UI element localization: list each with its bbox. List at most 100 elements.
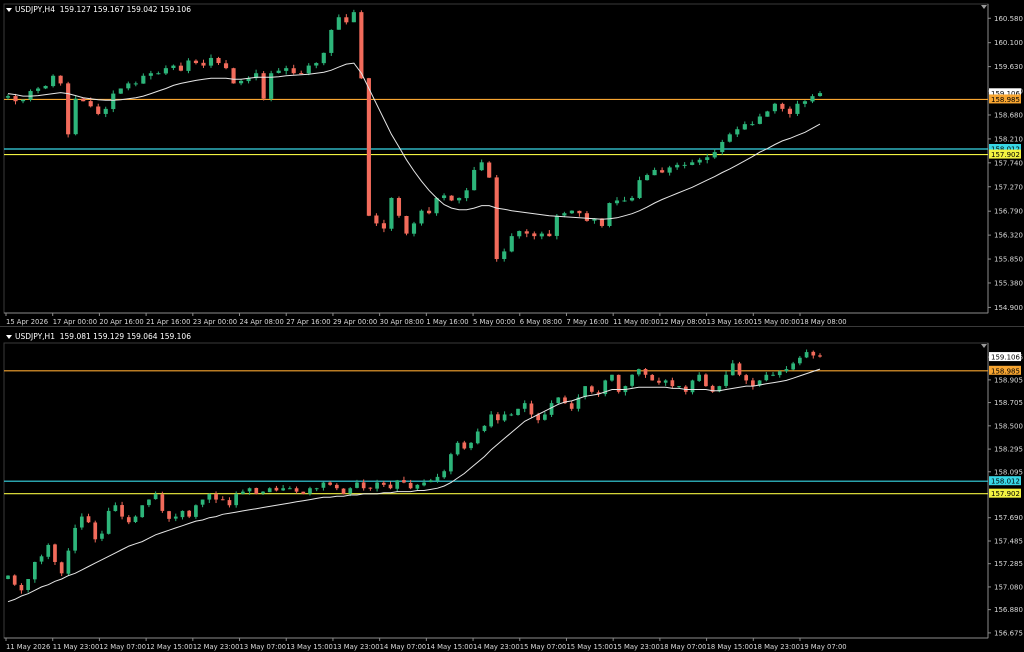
h1-x-tick-label: 11 May 23:00: [53, 643, 100, 651]
h1-chart-canvas[interactable]: 159.106 158.905 158.705 158.500 158.295 158.0…: [0, 327, 1024, 652]
h4-candle-body: [502, 251, 507, 259]
h1-candle-body: [341, 488, 346, 494]
h1-candle-body: [261, 491, 265, 494]
h1-candle-body: [281, 488, 285, 491]
h4-candle-body: [780, 103, 785, 109]
h1-quote: 159.081 159.129 159.064 159.106: [59, 332, 191, 341]
h1-y-tick-label: 158.500: [994, 422, 1023, 430]
dropdown-triangle-icon[interactable]: [6, 335, 12, 339]
h1-candle-body: [19, 584, 24, 591]
h1-candle-body: [26, 579, 30, 590]
h4-candle-body: [524, 231, 529, 234]
h4-candle-body: [757, 116, 762, 124]
h1-x-tick-label: 18 May 15:00: [707, 643, 754, 651]
h4-x-tick-label: 6 May 08:00: [520, 318, 562, 326]
h4-chart-window[interactable]: 160.580160.100159.630159.150158.680158.2…: [0, 0, 1024, 327]
h1-moving-average-line: [7, 368, 821, 603]
h4-y-tick-label: 157.740: [994, 159, 1023, 167]
h4-candle-body: [208, 57, 214, 66]
h1-candle-body: [469, 442, 473, 449]
h1-cyan-price-label: 158.012: [991, 478, 1020, 486]
h4-candle-body: [13, 96, 18, 102]
h1-candle-body: [395, 480, 400, 489]
h1-candle-body: [791, 363, 796, 370]
h1-candle-body: [804, 352, 809, 358]
h4-quote: 159.127 159.167 159.042 159.106: [59, 5, 191, 14]
h4-candle-body: [344, 17, 349, 23]
h4-candle-body: [88, 101, 93, 107]
h4-y-tick-label: 154.900: [994, 304, 1023, 312]
h1-candle-body: [348, 488, 353, 494]
h1-candle-body: [46, 544, 51, 557]
h4-candle-body: [712, 152, 717, 158]
h4-candle-body: [614, 200, 620, 204]
h4-candle-body: [577, 210, 582, 214]
h1-candle-body: [254, 487, 259, 494]
h4-x-tick-label: 27 Apr 16:00: [286, 318, 330, 326]
h1-candle-body: [402, 480, 406, 483]
h4-x-tick-label: 15 Apr 2026: [6, 318, 48, 326]
h4-x-tick-label: 20 Apr 16:00: [99, 318, 143, 326]
h4-candle-body: [426, 210, 432, 214]
h4-candle-body: [539, 233, 544, 237]
h4-candle-body: [299, 73, 304, 75]
h1-candle-body: [428, 480, 433, 483]
h1-candle-body: [657, 380, 661, 383]
h1-candle-body: [308, 488, 312, 494]
h1-candle-body: [73, 527, 77, 551]
h4-candle-body: [314, 63, 319, 66]
h1-x-tick-label: 13 May 07:00: [240, 643, 287, 651]
h4-candle-body: [396, 198, 402, 216]
h1-candle-body: [643, 369, 648, 375]
h1-candle-body: [636, 369, 641, 375]
h1-candle-body: [442, 471, 447, 478]
h4-candle-body: [442, 195, 447, 199]
h1-candle-body: [113, 505, 118, 512]
h1-candle-body: [267, 488, 272, 493]
h4-candle-body: [36, 88, 41, 91]
h1-x-tick-label: 11 May 2026: [6, 643, 50, 651]
h1-candle-body: [489, 414, 494, 427]
h4-chart-canvas[interactable]: 160.580160.100159.630159.150158.680158.2…: [0, 0, 1024, 326]
h1-candle-body: [173, 516, 178, 519]
h4-x-tick-label: 24 Apr 08:00: [240, 318, 284, 326]
h1-candle-body: [737, 363, 742, 375]
h4-x-tick-label: 23 Apr 00:00: [193, 318, 237, 326]
h4-candle-body: [276, 70, 281, 73]
h1-x-tick-label: 14 May 15:00: [426, 643, 473, 651]
h4-x-tick-label: 13 May 16:00: [707, 318, 754, 326]
h1-candle-body: [771, 374, 775, 376]
h4-candle-body: [5, 96, 11, 98]
h4-symbol: USDJPY,H4: [15, 5, 55, 14]
h4-x-tick-label: 18 May 08:00: [800, 318, 847, 326]
h4-candle-body: [148, 73, 153, 76]
h1-chart-window[interactable]: 159.106 158.905 158.705 158.500 158.295 158.0…: [0, 327, 1024, 652]
h1-candle-body: [690, 380, 695, 393]
h4-candle-body: [509, 236, 514, 252]
h1-candle-body: [583, 386, 587, 398]
h1-candle-body: [153, 493, 158, 500]
h4-candle-body: [239, 80, 244, 84]
h4-x-tick-label: 5 May 00:00: [473, 318, 515, 326]
h1-candle-body: [818, 355, 822, 357]
h1-candle-body: [147, 499, 151, 506]
h1-candle-body: [100, 533, 104, 539]
h1-x-tick-label: 14 May 07:00: [380, 643, 427, 651]
h4-candle-body: [103, 108, 108, 114]
h1-candle-body: [509, 414, 514, 416]
h1-chart-shift-icon: [981, 344, 987, 348]
dropdown-triangle-icon[interactable]: [6, 8, 12, 12]
h1-x-tick-label: 12 May 07:00: [99, 643, 146, 651]
h4-candle-body: [787, 108, 792, 114]
h4-candle-body: [216, 57, 221, 64]
h1-candle-body: [697, 374, 702, 381]
h4-candle-body: [81, 98, 86, 102]
h1-candle-body: [462, 442, 467, 449]
h4-y-tick-label: 156.790: [994, 208, 1023, 216]
h1-candle-body: [6, 575, 10, 579]
h4-candle-body: [434, 197, 439, 214]
h1-candle-body: [12, 575, 17, 585]
h1-candle-body: [301, 491, 306, 494]
h1-candle-body: [126, 517, 131, 523]
h4-yellow-price-label: 157.902: [991, 151, 1020, 159]
